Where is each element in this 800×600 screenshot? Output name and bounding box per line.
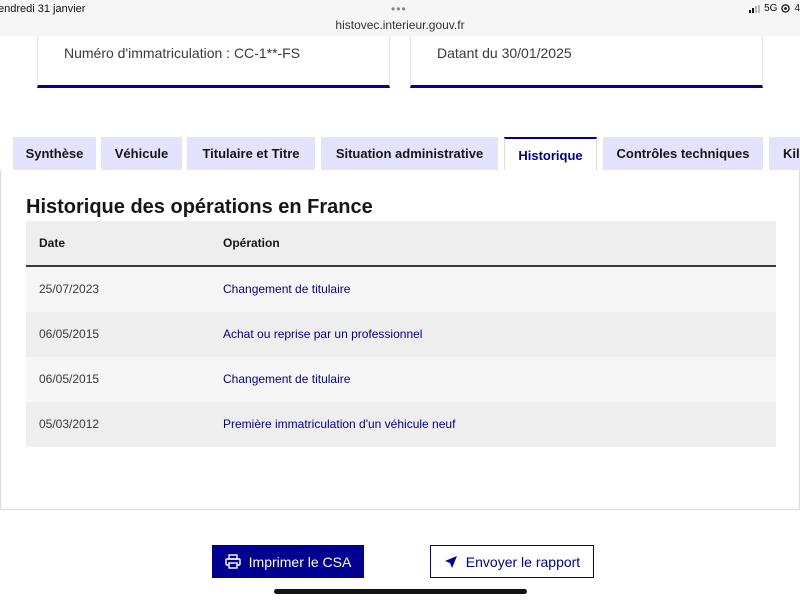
battery-level: 4: [794, 3, 800, 14]
send-report-button[interactable]: Envoyer le rapport: [430, 545, 594, 578]
address-bar-url[interactable]: histovec.interieur.gouv.fr: [0, 18, 800, 32]
tab-historique[interactable]: Historique: [504, 137, 597, 171]
history-panel: Historique des opérations en France Date…: [0, 170, 800, 510]
row-date: 25/07/2023: [39, 282, 100, 296]
print-csa-label: Imprimer le CSA: [248, 553, 352, 570]
status-indicators: 5G 4: [749, 3, 800, 14]
row-date: 05/03/2012: [39, 417, 100, 431]
table-row: 05/03/2012 Première immatriculation d'un…: [26, 402, 776, 447]
table-row: 25/07/2023 Changement de titulaire: [26, 267, 776, 312]
tab-synthese[interactable]: Synthèse: [13, 137, 96, 170]
report-tabs: Synthèse Véhicule Titulaire et Titre Sit…: [0, 137, 800, 171]
status-date: endredi 31 janvier: [0, 3, 86, 15]
table-header: Date Opération: [26, 221, 776, 267]
column-header-operation: Opération: [223, 236, 280, 250]
row-operation[interactable]: Première immatriculation d'un véhicule n…: [223, 417, 455, 431]
report-actions: Imprimer le CSA Envoyer le rapport: [0, 545, 800, 579]
send-icon: [444, 555, 457, 568]
table-row: 06/05/2015 Achat ou reprise par un profe…: [26, 312, 776, 357]
tab-kilometrage[interactable]: Kil: [769, 137, 800, 170]
page-content: Numéro d'immatriculation : CC-1**-FS Dat…: [0, 36, 800, 600]
row-date: 06/05/2015: [39, 372, 100, 386]
browser-menu-dots[interactable]: •••: [391, 2, 407, 16]
row-operation[interactable]: Changement de titulaire: [223, 372, 350, 386]
history-title: Historique des opérations en France: [26, 196, 373, 218]
signal-icon: [749, 4, 761, 13]
tab-controles-techniques[interactable]: Contrôles techniques: [603, 137, 763, 170]
column-header-date: Date: [39, 236, 66, 250]
printer-icon: [224, 554, 241, 569]
tab-vehicule[interactable]: Véhicule: [101, 137, 182, 170]
device-status-bar: endredi 31 janvier ••• histovec.interieu…: [0, 0, 800, 36]
report-date-card: Datant du 30/01/2025: [410, 36, 763, 88]
report-date-text: Datant du 30/01/2025: [437, 45, 572, 61]
location-icon: [781, 4, 791, 13]
send-report-label: Envoyer le rapport: [465, 553, 581, 570]
tab-titulaire-titre[interactable]: Titulaire et Titre: [187, 137, 315, 170]
network-label: 5G: [764, 3, 778, 14]
print-csa-button[interactable]: Imprimer le CSA: [212, 545, 364, 578]
row-operation[interactable]: Achat ou reprise par un professionnel: [223, 327, 422, 341]
table-row: 06/05/2015 Changement de titulaire: [26, 357, 776, 402]
tab-situation-administrative[interactable]: Situation administrative: [321, 137, 498, 170]
row-operation[interactable]: Changement de titulaire: [223, 282, 350, 296]
row-date: 06/05/2015: [39, 327, 100, 341]
plate-number-card: Numéro d'immatriculation : CC-1**-FS: [37, 36, 390, 88]
history-table: Date Opération 25/07/2023 Changement de …: [26, 221, 776, 447]
home-indicator[interactable]: [274, 589, 527, 594]
plate-number-text: Numéro d'immatriculation : CC-1**-FS: [64, 45, 301, 61]
